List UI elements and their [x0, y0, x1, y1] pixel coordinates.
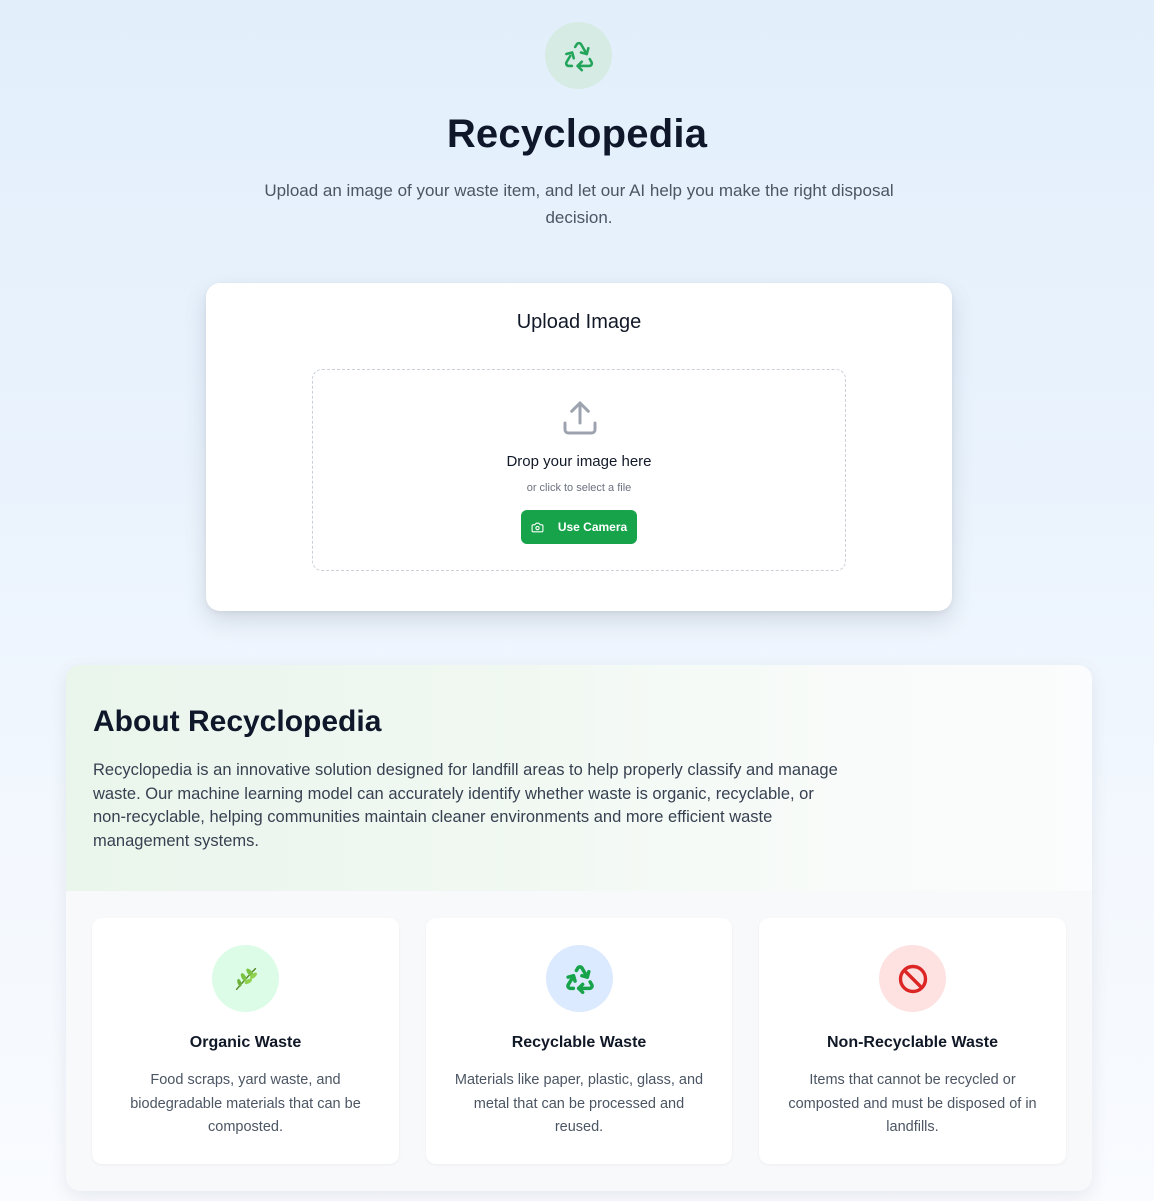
camera-icon [531, 522, 544, 532]
category-card-recyclable: Recyclable Waste Materials like paper, p… [426, 918, 732, 1164]
category-title: Non-Recyclable Waste [826, 1034, 998, 1051]
category-title: Organic Waste [189, 1034, 302, 1051]
about-section: About Recyclopedia Recyclopedia is an in… [66, 665, 1092, 1191]
dropzone-subtitle[interactable]: or click to select a file [313, 482, 845, 494]
page-title: Recyclopedia [446, 112, 708, 156]
about-intro: About Recyclopedia Recyclopedia is an in… [66, 665, 1092, 891]
upload-icon [563, 401, 597, 435]
recycle-icon [565, 964, 594, 994]
upload-card-title: Upload Image [516, 311, 642, 333]
recycle-icon [564, 41, 593, 71]
organic-icon-badge [212, 945, 279, 1012]
image-dropzone[interactable]: Drop your image here or click to select … [312, 369, 846, 571]
non-recyclable-icon-badge [879, 945, 946, 1012]
category-card-non-recyclable: Non-Recyclable Waste Items that cannot b… [759, 918, 1066, 1164]
herb-icon [235, 967, 257, 990]
use-camera-button[interactable]: Use Camera [521, 510, 637, 544]
about-title: About Recyclopedia [93, 705, 382, 738]
category-description: Materials like paper, plastic, glass, an… [454, 1072, 704, 1135]
prohibited-icon [898, 964, 927, 993]
dropzone-title: Drop your image here [506, 453, 652, 470]
page-subtitle: Upload an image of your waste item, and … [264, 181, 894, 227]
upload-card: Upload Image Drop your image here or cli… [206, 283, 952, 611]
recyclable-icon-badge [546, 945, 613, 1012]
category-title: Recyclable Waste [511, 1034, 647, 1051]
logo-badge [545, 22, 612, 89]
category-description: Items that cannot be recycled or compost… [788, 1072, 1037, 1135]
use-camera-label: Use Camera [557, 520, 628, 534]
about-description: Recyclopedia is an innovative solution d… [93, 761, 838, 850]
category-description: Food scraps, yard waste, and biodegradab… [130, 1072, 361, 1135]
category-card-organic: Organic Waste Food scraps, yard waste, a… [92, 918, 399, 1164]
